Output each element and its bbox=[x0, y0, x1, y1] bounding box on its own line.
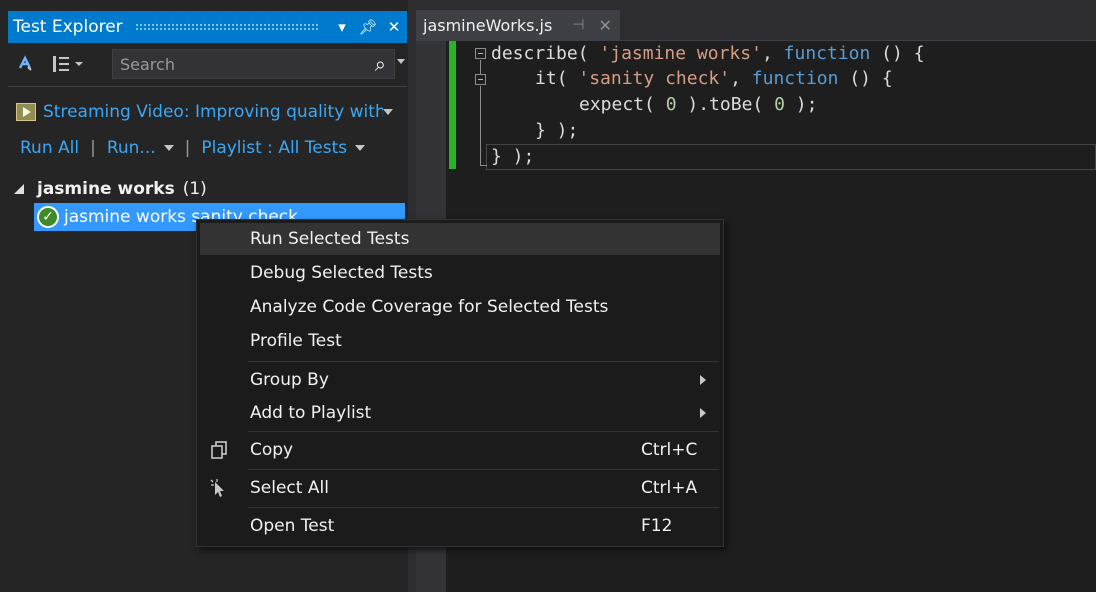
chevron-down-icon[interactable] bbox=[383, 109, 393, 115]
run-tests-icon[interactable] bbox=[8, 47, 44, 81]
playlist-link[interactable]: Playlist : All Tests bbox=[201, 138, 347, 158]
test-explorer-toolbar: Search ⌕ bbox=[8, 47, 407, 81]
code-line-2: it( 'sanity check', function () { bbox=[535, 68, 893, 89]
playlist-dropdown-icon[interactable] bbox=[355, 145, 366, 151]
test-actions-bar: Run All | Run... | Playlist : All Tests bbox=[20, 135, 366, 161]
context-menu: Run Selected Tests Debug Selected Tests … bbox=[196, 219, 724, 547]
tab-jasmineworks-js[interactable]: jasmineWorks.js ⊣ ✕ bbox=[416, 10, 620, 40]
run-dropdown-icon[interactable] bbox=[163, 145, 174, 151]
dropdown-icon[interactable]: ▾ bbox=[329, 18, 355, 36]
menu-separator bbox=[248, 469, 719, 470]
pin-tab-icon[interactable]: ⊣ bbox=[572, 17, 584, 33]
submenu-arrow-icon bbox=[700, 375, 706, 385]
submenu-arrow-icon bbox=[700, 408, 706, 418]
streaming-video-link[interactable]: Streaming Video: Improving quality with … bbox=[43, 102, 383, 122]
pin-icon[interactable]: 📌︎ bbox=[355, 18, 381, 36]
code-line-4: } ); bbox=[535, 120, 579, 141]
action-separator: | bbox=[184, 138, 191, 158]
menu-separator bbox=[248, 431, 719, 432]
menu-item-copy[interactable]: Copy Ctrl+C bbox=[200, 434, 720, 466]
code-line-5: } ); bbox=[491, 146, 535, 167]
test-group-count: (1) bbox=[182, 179, 207, 199]
divider bbox=[8, 86, 407, 87]
search-placeholder: Search bbox=[120, 54, 175, 74]
menu-item-debug-selected-tests[interactable]: Debug Selected Tests bbox=[200, 257, 720, 289]
close-tab-icon[interactable]: ✕ bbox=[599, 16, 612, 35]
code-line-3: expect( 0 ).toBe( 0 ); bbox=[579, 94, 818, 115]
search-input[interactable]: Search ⌕ bbox=[112, 49, 395, 79]
fold-toggle-icon[interactable] bbox=[475, 74, 486, 85]
menu-item-open-test[interactable]: Open Test F12 bbox=[200, 510, 720, 542]
panel-title: Test Explorer bbox=[13, 17, 123, 37]
fold-guide bbox=[480, 60, 481, 74]
code-line-1: describe( 'jasmine works', function () { bbox=[491, 43, 925, 64]
menu-item-group-by[interactable]: Group By bbox=[200, 364, 720, 396]
menu-separator bbox=[248, 507, 719, 508]
fold-toggle-icon[interactable] bbox=[475, 48, 486, 59]
drag-grip[interactable] bbox=[134, 22, 319, 32]
menu-item-add-to-playlist[interactable]: Add to Playlist bbox=[200, 397, 720, 429]
close-icon[interactable]: ✕ bbox=[381, 18, 407, 36]
search-options-dropdown-icon[interactable] bbox=[397, 59, 405, 64]
menu-item-run-selected-tests[interactable]: Run Selected Tests bbox=[200, 223, 720, 255]
copy-icon bbox=[209, 440, 229, 460]
fold-guide bbox=[480, 86, 481, 166]
passed-icon: ✓ bbox=[37, 206, 59, 228]
select-all-icon bbox=[209, 478, 229, 498]
tab-label: jasmineWorks.js bbox=[423, 15, 553, 35]
video-icon bbox=[16, 103, 36, 121]
collapse-icon[interactable] bbox=[14, 184, 24, 194]
streaming-video-banner[interactable]: Streaming Video: Improving quality with … bbox=[16, 99, 401, 125]
menu-item-analyze-code-coverage[interactable]: Analyze Code Coverage for Selected Tests bbox=[200, 291, 720, 323]
menu-item-select-all[interactable]: Select All Ctrl+A bbox=[200, 472, 720, 504]
test-explorer-title-bar[interactable]: Test Explorer ▾ 📌︎ ✕ bbox=[8, 11, 407, 43]
run-link[interactable]: Run... bbox=[107, 138, 156, 158]
group-by-icon[interactable] bbox=[44, 47, 92, 81]
current-line-highlight bbox=[486, 144, 1096, 170]
menu-separator bbox=[248, 361, 719, 362]
test-group-name: jasmine works bbox=[37, 179, 175, 199]
run-all-link[interactable]: Run All bbox=[20, 138, 79, 158]
fold-guide-end bbox=[480, 165, 487, 166]
action-separator: | bbox=[90, 138, 96, 158]
change-tracking-bar bbox=[449, 41, 456, 169]
search-icon[interactable]: ⌕ bbox=[375, 52, 386, 76]
menu-item-profile-test[interactable]: Profile Test bbox=[200, 325, 720, 357]
test-group-node[interactable]: jasmine works (1) bbox=[14, 177, 207, 201]
